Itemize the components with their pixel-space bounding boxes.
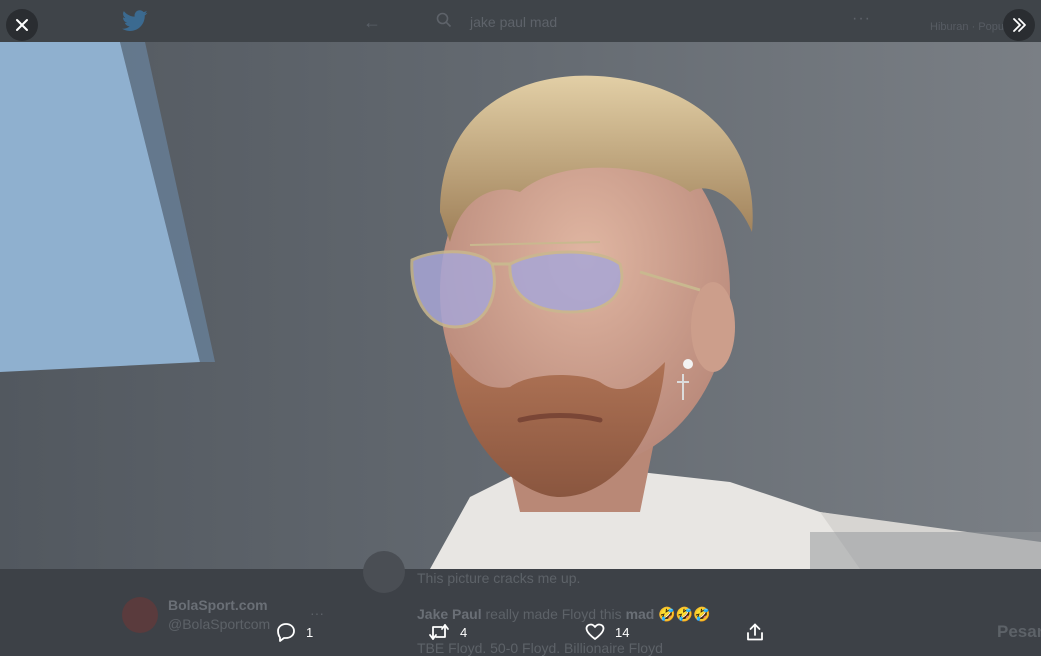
close-button[interactable] xyxy=(6,9,38,41)
share-button[interactable] xyxy=(745,622,765,642)
retweet-button[interactable]: 4 xyxy=(428,622,467,642)
retweet-icon xyxy=(429,624,449,640)
heart-icon xyxy=(585,623,605,640)
tweet-text-line: Jake Paul really made Floyd this mad 🤣🤣🤣 xyxy=(417,606,711,623)
close-icon xyxy=(16,19,28,31)
account-handle: @BolaSportcom xyxy=(168,616,271,632)
tweet-text-bold: mad xyxy=(625,606,655,622)
reply-count: 1 xyxy=(306,624,314,640)
account-name: BolaSport.com xyxy=(168,597,268,613)
double-chevron-right-icon xyxy=(1013,18,1026,32)
tweet-author: Jake Paul xyxy=(417,606,482,622)
photo-illustration xyxy=(0,42,1041,569)
like-count: 14 xyxy=(615,624,630,640)
tweet-photo[interactable] xyxy=(0,42,1041,569)
avatar xyxy=(363,551,405,593)
share-icon xyxy=(747,623,763,641)
more-options-icon: ··· xyxy=(310,605,324,621)
retweet-count: 4 xyxy=(460,624,468,640)
search-icon xyxy=(436,12,452,28)
more-options-icon: ··· xyxy=(852,10,871,27)
twitter-bird-icon xyxy=(122,10,148,31)
search-query-text: jake paul mad xyxy=(470,14,558,30)
expand-panel-button[interactable] xyxy=(1003,9,1035,41)
account-avatar xyxy=(122,597,158,633)
messages-label: Pesan xyxy=(997,622,1041,641)
back-arrow-icon: ← xyxy=(363,12,381,32)
reply-button[interactable]: 1 xyxy=(276,622,313,642)
tweet-text-mid: really made Floyd this xyxy=(481,606,626,622)
reply-text: This picture cracks me up. xyxy=(417,570,581,586)
like-button[interactable]: 14 xyxy=(585,622,629,642)
tweet-emoji: 🤣🤣🤣 xyxy=(654,606,711,622)
tweet-text-line-3: TBE Floyd. 50-0 Floyd. Billionaire Floyd xyxy=(417,640,663,656)
reply-icon xyxy=(277,623,295,642)
